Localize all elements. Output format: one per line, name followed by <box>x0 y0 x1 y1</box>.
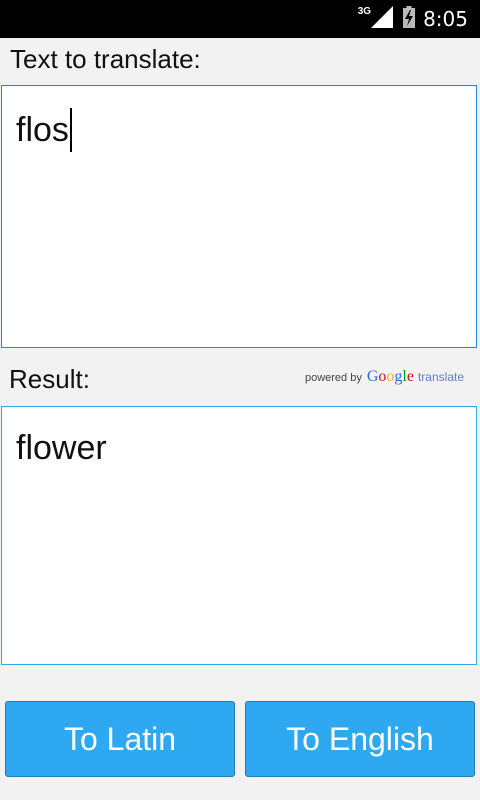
input-value: flos <box>16 108 72 152</box>
network-type-label: 3G <box>357 5 372 17</box>
result-value: flower <box>16 429 107 467</box>
translate-text: translate <box>417 370 464 384</box>
input-label: Text to translate: <box>10 44 201 74</box>
to-latin-button[interactable]: To Latin <box>5 701 235 777</box>
to-english-button[interactable]: To English <box>245 701 475 777</box>
signal-icon <box>371 5 394 33</box>
input-text-value: flos <box>16 110 69 149</box>
google-letter: e <box>406 368 414 385</box>
powered-by-text: powered by <box>304 372 362 384</box>
status-icons: 3G 8:05 <box>358 0 468 38</box>
result-output-box[interactable]: flower <box>1 406 477 665</box>
result-label: Result: <box>9 364 90 394</box>
clock: 8:05 <box>423 7 468 31</box>
google-letter: G <box>366 368 379 385</box>
text-caret <box>69 108 72 152</box>
google-logo: Google <box>367 368 414 386</box>
text-to-translate-input[interactable]: flos <box>1 85 477 348</box>
battery-charging-icon <box>403 5 416 33</box>
status-bar: 3G 8:05 <box>0 0 480 38</box>
powered-by-google-translate: powered by Google translate <box>305 368 464 386</box>
